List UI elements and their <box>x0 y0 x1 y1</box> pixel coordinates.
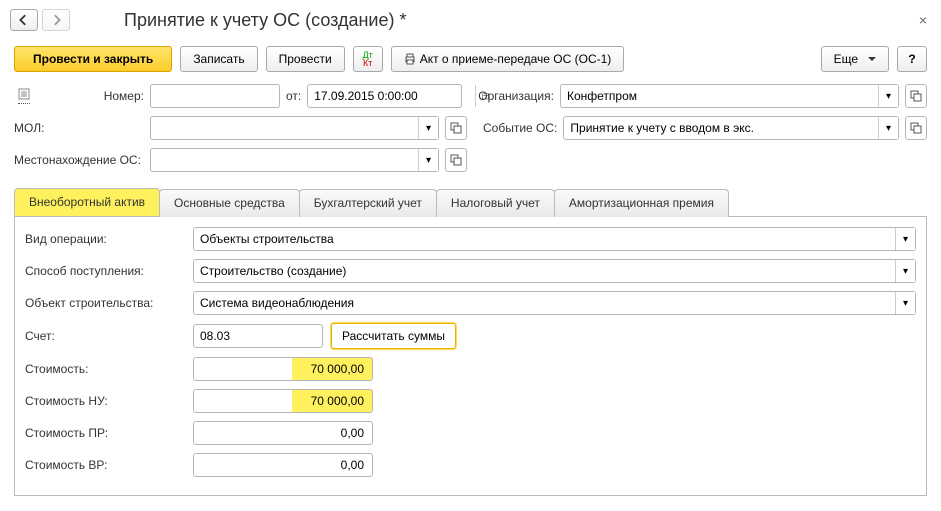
help-button[interactable]: ? <box>897 46 927 72</box>
post-and-close-button[interactable]: Провести и закрыть <box>14 46 172 72</box>
event-input-wrap[interactable]: ▾ <box>563 116 899 140</box>
nav-back-button[interactable] <box>10 9 38 31</box>
event-input[interactable] <box>564 117 878 139</box>
dtkt-icon: ДтКт <box>363 51 373 67</box>
printer-icon <box>404 53 416 65</box>
open-icon <box>450 154 462 166</box>
location-input-wrap[interactable]: ▾ <box>150 148 439 172</box>
object-label: Объект строительства: <box>25 296 185 310</box>
number-input[interactable] <box>150 84 280 108</box>
tab-fixed-assets[interactable]: Основные средства <box>159 189 300 217</box>
object-dropdown-button[interactable]: ▾ <box>895 292 915 314</box>
op-type-input[interactable] <box>194 228 895 250</box>
op-type-dropdown-button[interactable]: ▾ <box>895 228 915 250</box>
event-dropdown-button[interactable]: ▾ <box>878 117 898 139</box>
nav-forward-button[interactable] <box>42 9 70 31</box>
op-type-label: Вид операции: <box>25 232 185 246</box>
org-label: Организация: <box>478 89 554 103</box>
close-button[interactable]: × <box>915 8 931 32</box>
open-icon <box>910 122 922 134</box>
location-open-button[interactable] <box>445 148 467 172</box>
event-label: Событие ОС: <box>483 121 557 135</box>
tab-tax[interactable]: Налоговый учет <box>436 189 555 217</box>
mol-input[interactable] <box>151 117 418 139</box>
print-act-label: Акт о приеме-передаче ОС (ОС-1) <box>420 52 612 66</box>
location-dropdown-button[interactable]: ▾ <box>418 149 438 171</box>
mol-open-button[interactable] <box>445 116 467 140</box>
receipt-input-wrap[interactable]: ▾ <box>193 259 916 283</box>
number-label: Номер: <box>38 89 144 103</box>
cost-pr-label: Стоимость ПР: <box>25 426 185 440</box>
account-input-wrap[interactable]: ▾ <box>193 324 323 348</box>
event-open-button[interactable] <box>905 116 927 140</box>
post-button[interactable]: Провести <box>266 46 345 72</box>
write-button[interactable]: Записать <box>180 46 257 72</box>
tab-noncurrent-asset[interactable]: Внеоборотный актив <box>14 188 160 216</box>
from-label: от: <box>286 89 301 103</box>
mol-dropdown-button[interactable]: ▾ <box>418 117 438 139</box>
date-input[interactable] <box>308 85 475 107</box>
org-input-wrap[interactable]: ▾ <box>560 84 899 108</box>
cost-input[interactable] <box>193 357 373 381</box>
tab-bar: Внеоборотный актив Основные средства Бух… <box>14 188 927 217</box>
open-icon <box>910 90 922 102</box>
location-label: Местонахождение ОС: <box>14 153 144 167</box>
receipt-label: Способ поступления: <box>25 264 185 278</box>
page-title: Принятие к учету ОС (создание) * <box>124 10 915 31</box>
cost-label: Стоимость: <box>25 362 185 376</box>
org-input[interactable] <box>561 85 878 107</box>
calculate-sums-button[interactable]: Рассчитать суммы <box>331 323 456 349</box>
op-type-input-wrap[interactable]: ▾ <box>193 227 916 251</box>
object-input[interactable] <box>194 292 895 314</box>
org-dropdown-button[interactable]: ▾ <box>878 85 898 107</box>
receipt-dropdown-button[interactable]: ▾ <box>895 260 915 282</box>
account-label: Счет: <box>25 329 185 343</box>
cost-vr-input[interactable] <box>193 453 373 477</box>
document-icon <box>18 88 30 100</box>
arrow-right-icon <box>50 14 62 26</box>
tab-content: Вид операции: ▾ Способ поступления: ▾ Об… <box>14 217 927 496</box>
arrow-left-icon <box>18 14 30 26</box>
doc-link-icon[interactable] <box>18 88 30 104</box>
object-input-wrap[interactable]: ▾ <box>193 291 916 315</box>
print-act-button[interactable]: Акт о приеме-передаче ОС (ОС-1) <box>391 46 625 72</box>
mol-input-wrap[interactable]: ▾ <box>150 116 439 140</box>
tab-accounting[interactable]: Бухгалтерский учет <box>299 189 437 217</box>
mol-label: МОЛ: <box>14 121 144 135</box>
dt-kt-button[interactable]: ДтКт <box>353 46 383 72</box>
org-open-button[interactable] <box>905 84 927 108</box>
cost-nu-label: Стоимость НУ: <box>25 394 185 408</box>
more-button[interactable]: Еще <box>821 46 889 72</box>
location-input[interactable] <box>151 149 418 171</box>
tab-amort-bonus[interactable]: Амортизационная премия <box>554 189 729 217</box>
cost-pr-input[interactable] <box>193 421 373 445</box>
open-icon <box>450 122 462 134</box>
cost-nu-input[interactable] <box>193 389 373 413</box>
cost-vr-label: Стоимость ВР: <box>25 458 185 472</box>
receipt-input[interactable] <box>194 260 895 282</box>
date-input-wrap[interactable] <box>307 84 462 108</box>
